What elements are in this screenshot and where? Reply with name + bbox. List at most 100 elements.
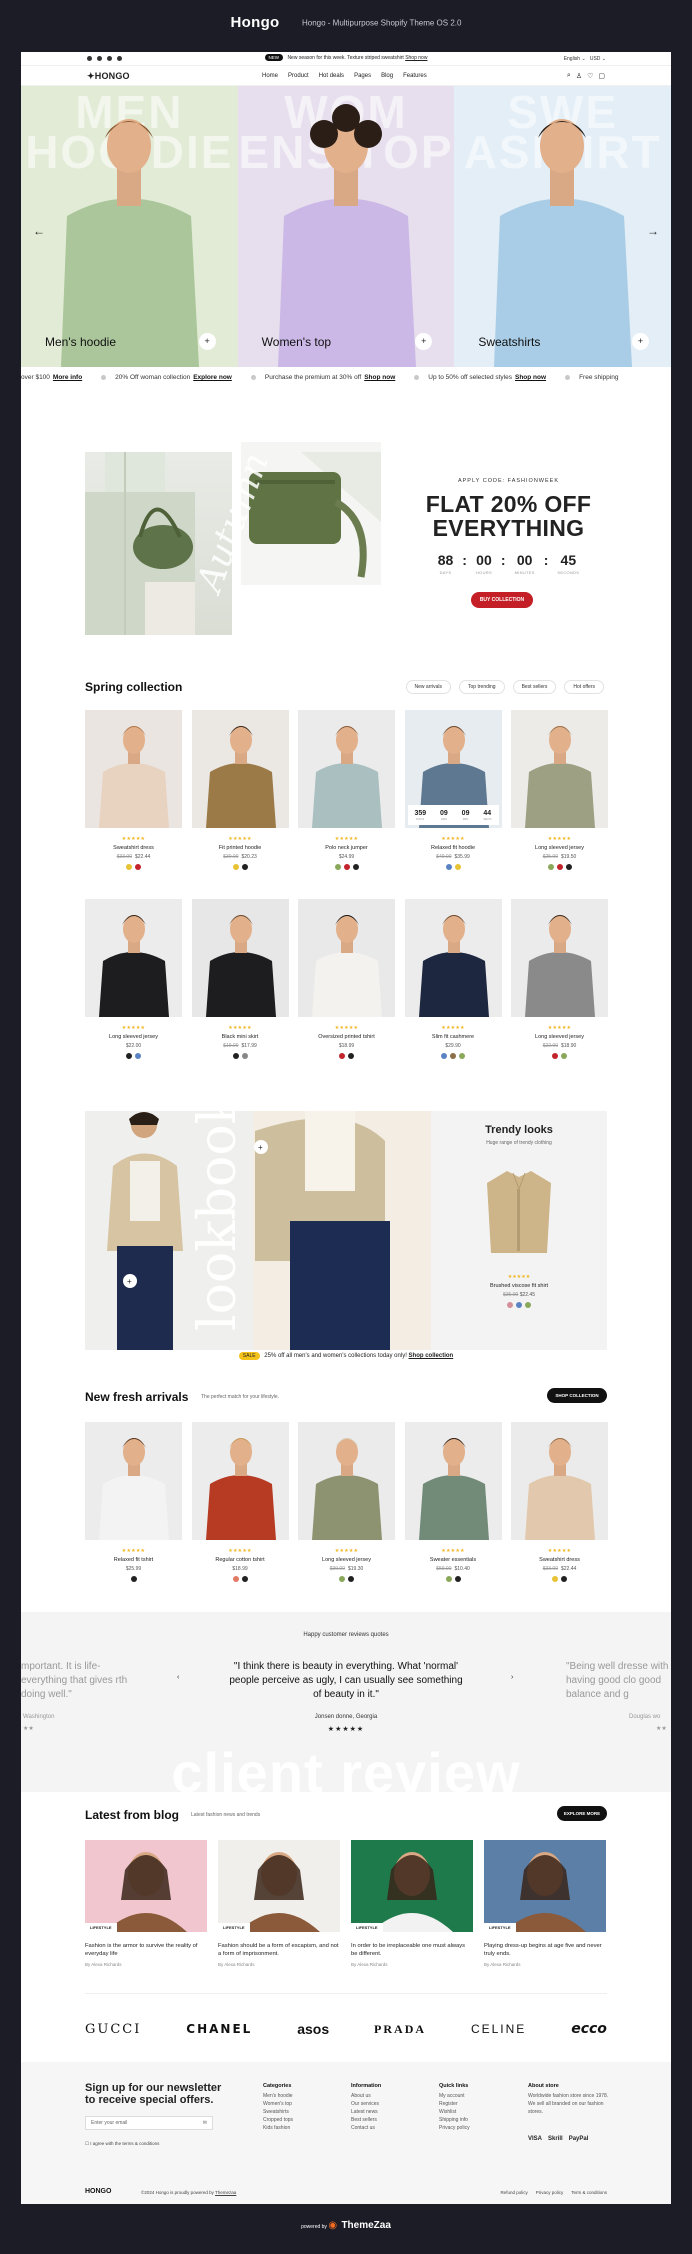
ticker-link[interactable]: Shop now xyxy=(364,374,395,381)
product-card[interactable]: 359 DAYS 09 HRS 09 MIN 44 SECS ★★★★★ Relaxed fit … xyxy=(404,710,502,870)
legal-link[interactable]: Term & conditions xyxy=(571,2190,607,2195)
tab-best-sellers[interactable]: Best sellers xyxy=(512,680,557,694)
ticker-link[interactable]: More info xyxy=(53,374,82,381)
product-card[interactable]: ★★★★★ Long sleeved jersey $22.00 xyxy=(85,899,182,1059)
color-swatch[interactable] xyxy=(126,864,132,870)
product-card[interactable]: ★★★★★ Sweater essentials $59.00 $10.40 xyxy=(404,1422,502,1582)
product-card[interactable]: ★★★★★ Fit printed hoodie $30.00 $20.23 xyxy=(191,710,289,870)
color-swatch[interactable] xyxy=(334,864,341,870)
hero-panel[interactable]: WOM ENS TOPWomen's top+ xyxy=(237,86,455,367)
product-card[interactable]: ★★★★★ Regular cotton tshirt $18.99 xyxy=(191,1422,289,1582)
color-swatch[interactable] xyxy=(348,1576,354,1582)
product-image[interactable] xyxy=(191,1422,289,1540)
product-card[interactable]: ★★★★★ Oversized printed tshirt $18.99 xyxy=(298,899,395,1059)
color-swatch[interactable] xyxy=(339,1053,345,1059)
legal-link[interactable]: Privacy policy xyxy=(536,2190,564,2195)
footer-link[interactable]: Register xyxy=(439,2100,470,2108)
nav-item-pages[interactable]: Pages xyxy=(354,73,371,79)
blog-image[interactable]: LIFESTYLE xyxy=(85,1840,207,1932)
buy-collection-button[interactable]: BUY COLLECTION xyxy=(471,592,533,608)
color-swatch[interactable] xyxy=(339,1576,345,1582)
blog-image[interactable]: LIFESTYLE xyxy=(484,1840,606,1932)
product-name[interactable]: Polo neck jumper xyxy=(298,845,395,851)
footer-link[interactable]: Latest news xyxy=(351,2108,381,2116)
blog-post[interactable]: LIFESTYLE In order to be irreplaceable on… xyxy=(351,1840,473,1967)
color-swatch[interactable] xyxy=(232,864,239,870)
trendy-product-name[interactable]: Brushed viscose fit shirt xyxy=(431,1283,607,1289)
ticker-link[interactable]: Explore now xyxy=(193,374,232,381)
footer-link[interactable]: Contact us xyxy=(351,2124,381,2132)
shop-collection-button[interactable]: SHOP COLLECTION xyxy=(547,1388,607,1403)
footer-link[interactable]: Men's hoodie xyxy=(263,2092,293,2100)
product-image[interactable]: 359 DAYS 09 HRS 09 MIN 44 SECS xyxy=(404,710,502,828)
product-card[interactable]: ★★★★★ Sweatshirt dress $33.00 $22.44 xyxy=(511,1422,608,1582)
themezaa-brand[interactable]: ThemeZaa xyxy=(341,2220,390,2231)
product-name[interactable]: Sweatshirt dress xyxy=(511,1557,608,1563)
product-image[interactable] xyxy=(404,899,502,1017)
footer-link[interactable]: Best sellers xyxy=(351,2116,381,2124)
brand-logo[interactable]: ✦HONGO xyxy=(87,71,130,82)
color-swatch[interactable] xyxy=(130,1576,137,1582)
product-card[interactable]: ★★★★★ Sweatshirt dress $33.00 $22.44 xyxy=(85,710,182,870)
product-card[interactable]: ★★★★★ Slim fit cashmere $29.90 xyxy=(404,899,502,1059)
blog-image[interactable]: LIFESTYLE xyxy=(218,1840,340,1932)
product-name[interactable]: Sweatshirt dress xyxy=(85,845,182,851)
blog-post[interactable]: LIFESTYLE Fashion is the armor to survive… xyxy=(85,1840,207,1967)
trendy-product-image[interactable] xyxy=(483,1167,555,1262)
color-swatch[interactable] xyxy=(232,1053,239,1059)
nav-item-home[interactable]: Home xyxy=(262,73,278,79)
footer-link[interactable]: About us xyxy=(351,2092,381,2100)
hero-caption[interactable]: Women's top xyxy=(262,335,331,349)
color-swatch[interactable] xyxy=(241,864,248,870)
hero-panel[interactable]: SWE ASH IRT Sweatshirts + xyxy=(454,86,671,367)
brand-logo-ecco[interactable]: ecco xyxy=(571,2021,607,2037)
color-swatch[interactable] xyxy=(445,864,452,870)
product-image[interactable] xyxy=(85,899,182,1017)
hero-caption[interactable]: Men's hoodie xyxy=(45,335,116,349)
tab-new-arrivals[interactable]: New arrivals xyxy=(405,680,452,694)
blog-tag[interactable]: LIFESTYLE xyxy=(85,1923,117,1932)
product-name[interactable]: Relaxed fit hoodie xyxy=(405,845,502,851)
hero-plus-button[interactable]: + xyxy=(631,333,649,350)
product-name[interactable]: Regular cotton tshirt xyxy=(192,1557,289,1563)
blog-post[interactable]: LIFESTYLE Fashion should be a form of esc… xyxy=(218,1840,340,1967)
nav-item-blog[interactable]: Blog xyxy=(381,73,393,79)
product-name[interactable]: Sweater essentials xyxy=(405,1557,502,1563)
nav-item-features[interactable]: Features xyxy=(403,73,427,79)
blog-tag[interactable]: LIFESTYLE xyxy=(218,1923,250,1932)
blog-image[interactable]: LIFESTYLE xyxy=(351,1840,473,1932)
product-card[interactable]: ★★★★★ Long sleeved jersey $39.00 $19.30 xyxy=(298,1422,395,1582)
color-swatch[interactable] xyxy=(126,1053,132,1059)
color-swatch[interactable] xyxy=(348,1053,354,1059)
product-image[interactable] xyxy=(85,710,182,828)
hero-prev-arrow[interactable]: ← xyxy=(33,224,45,238)
blog-post-title[interactable]: Fashion is the armor to survive the real… xyxy=(85,1942,207,1958)
product-card[interactable]: ★★★★★ Long sleeved jersey $25.00 $19.50 xyxy=(511,710,608,870)
legal-link[interactable]: Refund policy xyxy=(500,2190,527,2195)
color-swatch[interactable] xyxy=(459,1053,465,1059)
footer-link[interactable]: Shipping info xyxy=(439,2116,470,2124)
footer-link[interactable]: Privacy policy xyxy=(439,2124,470,2132)
color-swatch[interactable] xyxy=(552,1053,558,1059)
blog-post-title[interactable]: Fashion should be a form of escapism, an… xyxy=(218,1942,340,1958)
search-icon[interactable]: ⌕ xyxy=(567,72,571,80)
product-card[interactable]: ★★★★★ Black mini skirt $19.00 $17.99 xyxy=(191,899,289,1059)
review-prev-arrow[interactable]: ‹ xyxy=(177,1674,179,1681)
color-swatch[interactable] xyxy=(561,1576,567,1582)
color-swatch[interactable] xyxy=(135,864,141,870)
product-card[interactable]: ★★★★★ Long sleeved jersey $22.00 $18.90 xyxy=(511,899,608,1059)
product-name[interactable]: Black mini skirt xyxy=(192,1034,289,1040)
product-name[interactable]: Slim fit cashmere xyxy=(405,1034,502,1040)
color-swatch[interactable] xyxy=(525,1302,531,1308)
nav-item-hot-deals[interactable]: Hot deals xyxy=(319,73,344,79)
color-swatch[interactable] xyxy=(516,1302,522,1308)
product-image[interactable] xyxy=(191,899,289,1017)
color-swatch[interactable] xyxy=(507,1302,513,1308)
color-swatch[interactable] xyxy=(454,1576,461,1582)
product-name[interactable]: Long sleeved jersey xyxy=(511,845,608,851)
footer-link[interactable]: Wishlist xyxy=(439,2108,470,2116)
product-card[interactable]: ★★★★★ Polo neck jumper $24.99 xyxy=(298,710,395,870)
terms-checkbox[interactable]: ☐ I agree with the terms & conditions xyxy=(85,2141,159,2147)
brand-logo-prada[interactable]: PRADA xyxy=(374,2022,426,2037)
blog-post-title[interactable]: Playing dress-up begins at age five and … xyxy=(484,1942,606,1958)
